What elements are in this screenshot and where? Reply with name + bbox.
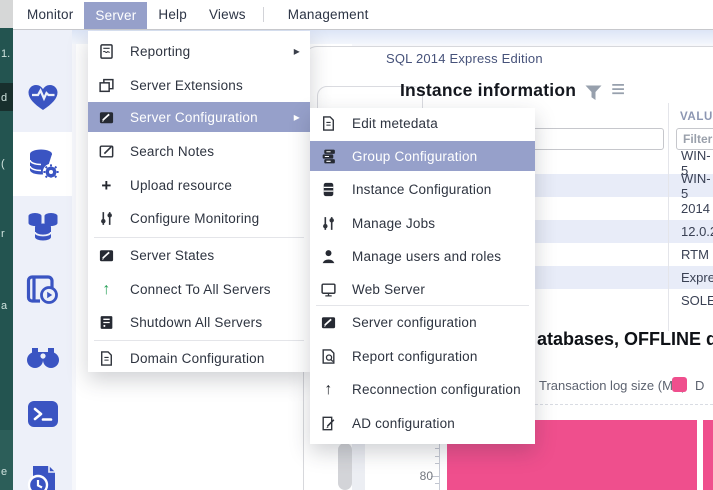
windows-icon <box>98 77 115 94</box>
menubar-item-monitor[interactable]: Monitor <box>16 7 84 22</box>
edit-square-icon <box>98 247 115 264</box>
column-divider <box>668 103 669 331</box>
databases-section-title: atabases, OFFLINE da <box>537 329 713 350</box>
menu-separator <box>94 340 304 341</box>
menubar-item-management[interactable]: Management <box>277 7 380 22</box>
menu-item-search-notes[interactable]: Search Notes <box>88 136 310 166</box>
menu-separator <box>94 237 304 238</box>
menu-burger-icon[interactable]: ≡ <box>611 80 625 100</box>
sidebar-item-search[interactable] <box>13 324 72 388</box>
menu-item-server-states[interactable]: Server States <box>88 240 310 270</box>
arrow-up-icon: ↑ <box>320 381 337 398</box>
menu-item-manage-users-roles[interactable]: Manage users and roles <box>310 241 535 271</box>
terminal-icon <box>26 398 60 430</box>
menu-item-web-server[interactable]: Web Server <box>310 274 535 304</box>
menu-item-instance-configuration[interactable]: Instance Configuration <box>310 174 535 204</box>
tree-scrollbar[interactable] <box>338 443 352 490</box>
database-multi-icon <box>25 210 61 244</box>
menu-item-group-configuration[interactable]: Group Configuration <box>310 141 535 171</box>
panel-gap <box>352 443 365 490</box>
menu-item-server-configuration-sub[interactable]: Server configuration <box>310 307 535 337</box>
legend-second-item: D <box>695 378 704 393</box>
menubar-item-help[interactable]: Help <box>147 7 198 22</box>
menu-item-report-configuration[interactable]: Report configuration <box>310 341 535 371</box>
menu-item-connect-all-servers[interactable]: ↑ Connect To All Servers <box>88 274 310 304</box>
menubar: Monitor Server Help Views Management <box>13 0 713 30</box>
document-icon <box>320 115 337 132</box>
app-window: 1. d ( r a e SQL 2014 Express Edition In… <box>0 0 713 490</box>
menu-item-upload-resource[interactable]: + Upload resource <box>88 170 310 200</box>
menubar-item-views[interactable]: Views <box>198 7 257 22</box>
chart-bar <box>703 420 713 490</box>
menubar-item-server[interactable]: Server <box>84 2 147 29</box>
submenu-arrow-icon: ▸ <box>294 44 300 58</box>
sidebar-item-server-configuration[interactable] <box>13 132 72 196</box>
background-window-fragment <box>0 430 13 490</box>
name-filter-input[interactable] <box>520 128 664 150</box>
sidebar-item-database-jobs[interactable] <box>13 257 72 321</box>
submenu-arrow-icon: ▸ <box>294 110 300 124</box>
document-clock-icon <box>27 464 59 490</box>
menu-item-domain-configuration[interactable]: Domain Configuration <box>88 343 310 373</box>
background-window-fragment <box>0 0 13 28</box>
sidebar-item-database-group[interactable] <box>13 195 72 259</box>
menubar-separator <box>263 7 264 22</box>
report-icon <box>98 43 115 60</box>
server-icon <box>98 314 115 331</box>
server-menu: Reporting ▸ Server Extensions Server Con… <box>88 31 310 372</box>
sidebar-item-history[interactable] <box>13 450 72 490</box>
user-icon <box>320 248 337 265</box>
doc-edit-icon <box>320 415 337 432</box>
web-icon <box>320 281 337 298</box>
menu-item-reconnection-configuration[interactable]: ↑ Reconnection configuration <box>310 374 535 404</box>
menu-separator <box>316 305 529 306</box>
doc-search-icon <box>320 348 337 365</box>
icon-sidebar <box>13 29 72 490</box>
edit-square-icon <box>98 109 115 126</box>
menu-item-manage-jobs[interactable]: Manage Jobs <box>310 208 535 238</box>
menu-item-ad-configuration[interactable]: AD configuration <box>310 408 535 438</box>
binoculars-icon <box>25 342 61 370</box>
background-desktop-sliver: 1. d ( r a e <box>0 0 13 490</box>
sidebar-item-terminal[interactable] <box>13 382 72 446</box>
y-axis-tick-label: 80 <box>409 469 433 483</box>
menu-item-reporting[interactable]: Reporting ▸ <box>88 36 310 66</box>
heart-pulse-icon <box>26 81 60 113</box>
menu-item-configure-monitoring[interactable]: Configure Monitoring <box>88 203 310 233</box>
value-filter-input[interactable] <box>676 128 713 150</box>
arrow-up-green-icon: ↑ <box>98 281 115 298</box>
db-stack-icon <box>320 148 337 165</box>
sidebar-item-health[interactable] <box>13 65 72 129</box>
menu-item-server-configuration[interactable]: Server Configuration ▸ <box>88 102 310 132</box>
page-title: Instance information <box>400 80 576 101</box>
server-configuration-submenu: Edit metedata Group Configuration Instan… <box>310 108 535 444</box>
database-icon <box>320 181 337 198</box>
legend-transaction-log: Transaction log size (MB) <box>539 378 686 393</box>
tune-icon <box>98 210 115 227</box>
table-header-value: VALUE <box>680 111 713 123</box>
note-edit-icon <box>98 143 115 160</box>
menu-item-shutdown-all-servers[interactable]: Shutdown All Servers <box>88 307 310 337</box>
menu-item-edit-metedata[interactable]: Edit metedata <box>310 108 535 138</box>
menu-item-server-extensions[interactable]: Server Extensions <box>88 70 310 100</box>
tune-icon <box>320 215 337 232</box>
plus-icon: + <box>98 177 115 194</box>
legend-color-swatch <box>672 377 687 392</box>
edit-square-icon <box>320 314 337 331</box>
document-icon <box>98 350 115 367</box>
edition-label: SQL 2014 Express Edition <box>386 51 543 66</box>
filter-funnel-icon[interactable] <box>585 85 602 101</box>
database-gear-icon <box>25 146 61 182</box>
database-play-icon <box>26 272 60 306</box>
